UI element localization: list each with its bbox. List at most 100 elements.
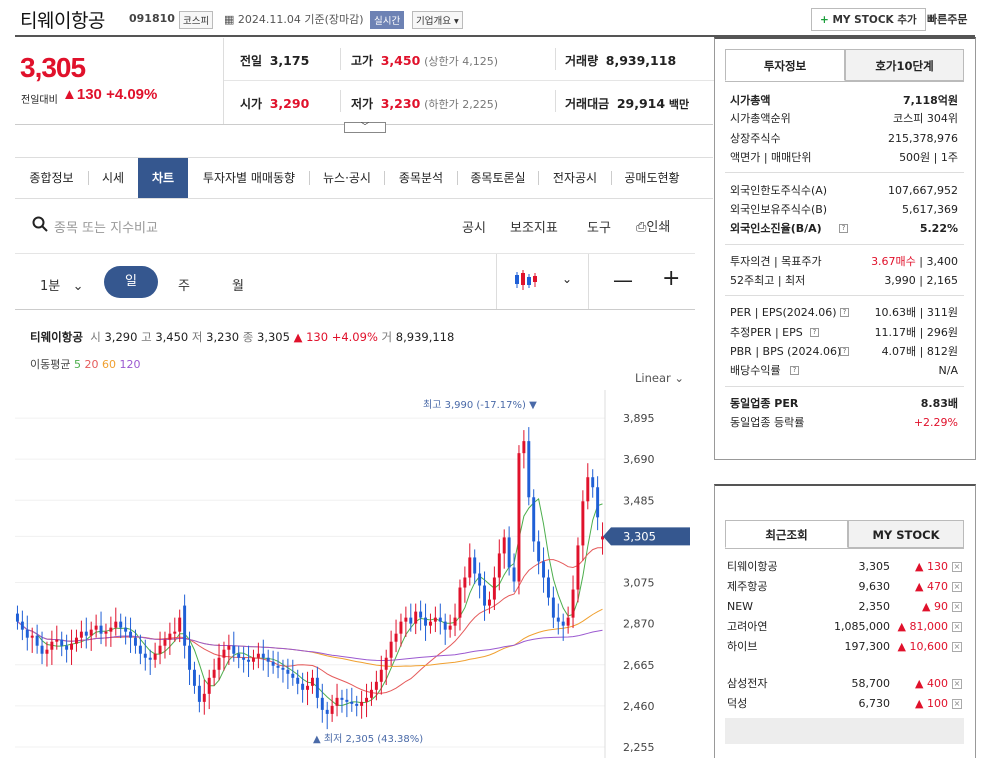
divider xyxy=(725,548,964,549)
candle-body xyxy=(148,657,152,660)
candle-body xyxy=(315,677,319,698)
candle-body xyxy=(168,633,172,640)
candle-body xyxy=(109,627,113,632)
info-row: 외국인보유주식수(B) 5,617,369 xyxy=(730,202,958,218)
recent-item-name[interactable]: 제주항공 xyxy=(727,579,767,595)
help-icon[interactable]: ? xyxy=(790,366,799,375)
quote-volume: 거래량 8,939,118 xyxy=(565,52,676,69)
price-chart[interactable]: 3,895 3,690 3,485 3,075 2,870 2,665 2,460 2,255… xyxy=(15,390,705,758)
quote-prev-value: 3,175 xyxy=(269,53,310,68)
recent-item-name[interactable]: 삼성전자 xyxy=(727,676,767,692)
price-change: ▲130 +4.09% xyxy=(62,86,157,103)
compare-search-input[interactable]: 종목 또는 지수비교 xyxy=(54,217,158,236)
period-week[interactable]: 주 xyxy=(178,275,190,294)
candlestick-icon[interactable] xyxy=(514,268,540,295)
printer-icon: ⎙ xyxy=(636,220,647,235)
help-icon[interactable]: ? xyxy=(839,224,848,233)
tab-news[interactable]: 뉴스·공시 xyxy=(310,158,384,198)
tab-analysis[interactable]: 종목분석 xyxy=(385,158,457,198)
tab-short-selling[interactable]: 공매도현황 xyxy=(612,158,692,198)
info-row[interactable]: 시가총액순위 코스피 304위 xyxy=(730,111,958,127)
info-row-value: 5,617,369 xyxy=(902,203,958,216)
disclosure-toggle[interactable]: 공시 xyxy=(462,217,486,236)
candle-body xyxy=(291,673,295,678)
recent-item-name[interactable]: 고려아연 xyxy=(727,619,767,635)
tab-chart[interactable]: 차트 xyxy=(138,158,188,198)
help-icon[interactable]: ? xyxy=(840,308,849,317)
recent-item[interactable]: 덕성 6,730 ▲ 100 × xyxy=(727,696,962,712)
expand-toggle[interactable]: ﹀ xyxy=(344,122,386,133)
stock-tabs: 종합정보 시세 차트 투자자별 매매동향 뉴스·공시 종목분석 종목토론실 전자… xyxy=(15,157,713,199)
tab-investment-info[interactable]: 투자정보 xyxy=(725,49,845,81)
recent-item[interactable]: 삼성전자 58,700 ▲ 400 × xyxy=(727,676,962,692)
tab-disclosure[interactable]: 전자공시 xyxy=(539,158,611,198)
stock-name: 티웨이항공 xyxy=(20,11,105,32)
candle-body xyxy=(409,617,413,624)
candle-body xyxy=(237,653,241,658)
zoom-in-icon[interactable]: + xyxy=(662,266,680,291)
info-row[interactable]: 동일업종 등락률 +2.29% xyxy=(730,415,958,431)
tab-quotes[interactable]: 시세 xyxy=(89,158,137,198)
candle-body xyxy=(70,643,74,650)
tab-investor-trading[interactable]: 투자자별 매매동향 xyxy=(189,158,309,198)
y-tick-label: 3,690 xyxy=(623,453,655,466)
recent-item[interactable]: 고려아연 1,085,000 ▲ 81,000 × xyxy=(727,619,962,635)
recent-item-name[interactable]: 티웨이항공 xyxy=(727,559,778,575)
recent-item[interactable]: NEW 2,350 ▲ 90 × xyxy=(727,599,962,615)
period-month[interactable]: 월 xyxy=(232,275,244,294)
recent-item-name[interactable]: NEW xyxy=(727,599,753,615)
close-icon[interactable]: × xyxy=(952,582,962,592)
ma-20: 20 xyxy=(84,358,99,371)
tab-discussion[interactable]: 종목토론실 xyxy=(458,158,538,198)
info-row: PER | EPS(2024.06)? 10.63배 | 311원 xyxy=(730,305,958,321)
close-icon[interactable]: × xyxy=(952,602,962,612)
candle-body xyxy=(369,689,373,698)
close-icon[interactable]: × xyxy=(952,622,962,632)
recent-item[interactable]: 티웨이항공 3,305 ▲ 130 × xyxy=(727,559,962,575)
chevron-down-icon[interactable]: ⌄ xyxy=(562,272,572,286)
close-icon[interactable]: × xyxy=(952,699,962,709)
candle-body xyxy=(404,617,408,622)
divider xyxy=(725,244,964,245)
candle-body xyxy=(281,667,285,670)
help-icon[interactable]: ? xyxy=(840,347,849,356)
candle-body xyxy=(99,625,103,634)
indicators-button[interactable]: 보조지표 xyxy=(510,217,558,236)
ma-label: 이동평균 xyxy=(30,358,71,371)
tab-overview[interactable]: 종합정보 xyxy=(15,158,88,198)
search-icon[interactable] xyxy=(32,216,48,236)
close-icon[interactable]: × xyxy=(952,642,962,652)
recent-item-change: ▲ 470 xyxy=(915,580,948,593)
period-day[interactable]: 일 xyxy=(104,266,158,298)
tab-orderbook[interactable]: 호가10단계 xyxy=(845,49,964,81)
recent-item[interactable]: 하이브 197,300 ▲ 10,600 × xyxy=(727,639,962,655)
tab-recent[interactable]: 최근조회 xyxy=(725,520,848,548)
candle-body xyxy=(119,621,123,628)
quote-volume-value: 8,939,118 xyxy=(605,53,677,68)
add-mystock-button[interactable]: + MY STOCK 추가 xyxy=(811,8,926,31)
quick-order-link[interactable]: 빠른주문 xyxy=(927,11,967,27)
interval-select[interactable]: 1분 ⌄ xyxy=(40,275,84,294)
recent-item[interactable]: 제주항공 9,630 ▲ 470 × xyxy=(727,579,962,595)
zoom-out-icon[interactable]: — xyxy=(613,268,633,292)
scale-select[interactable]: Linear ⌄ xyxy=(635,371,684,385)
quote-prev-label: 전일 xyxy=(240,54,263,68)
candle-body xyxy=(399,621,403,634)
drawing-tools-button[interactable]: 도구 xyxy=(587,217,611,236)
close-icon[interactable]: × xyxy=(952,679,962,689)
candle-body xyxy=(153,653,157,660)
company-info-button[interactable]: 기업개요 ▾ xyxy=(412,11,463,29)
chart-ohlc-info: 티웨이항공 시 3,290 고 3,450 저 3,230 종 3,305 ▲ … xyxy=(30,329,454,345)
current-price: 3,305 xyxy=(20,52,86,83)
info-row-label: 추정PER | EPS xyxy=(730,326,803,339)
realtime-badge[interactable]: 실시간 xyxy=(370,11,405,29)
help-icon[interactable]: ? xyxy=(810,328,819,337)
recent-item-name[interactable]: 하이브 xyxy=(727,639,757,655)
print-button[interactable]: ⎙인쇄 xyxy=(636,216,670,235)
close-icon[interactable]: × xyxy=(952,562,962,572)
tab-mystock[interactable]: MY STOCK xyxy=(848,520,964,548)
info-row-label: 외국인보유주식수(B) xyxy=(730,203,828,216)
info-row-label: 시가총액 xyxy=(730,94,771,107)
recent-item-name[interactable]: 덕성 xyxy=(727,696,747,712)
chevron-down-icon: ⌄ xyxy=(72,279,84,294)
